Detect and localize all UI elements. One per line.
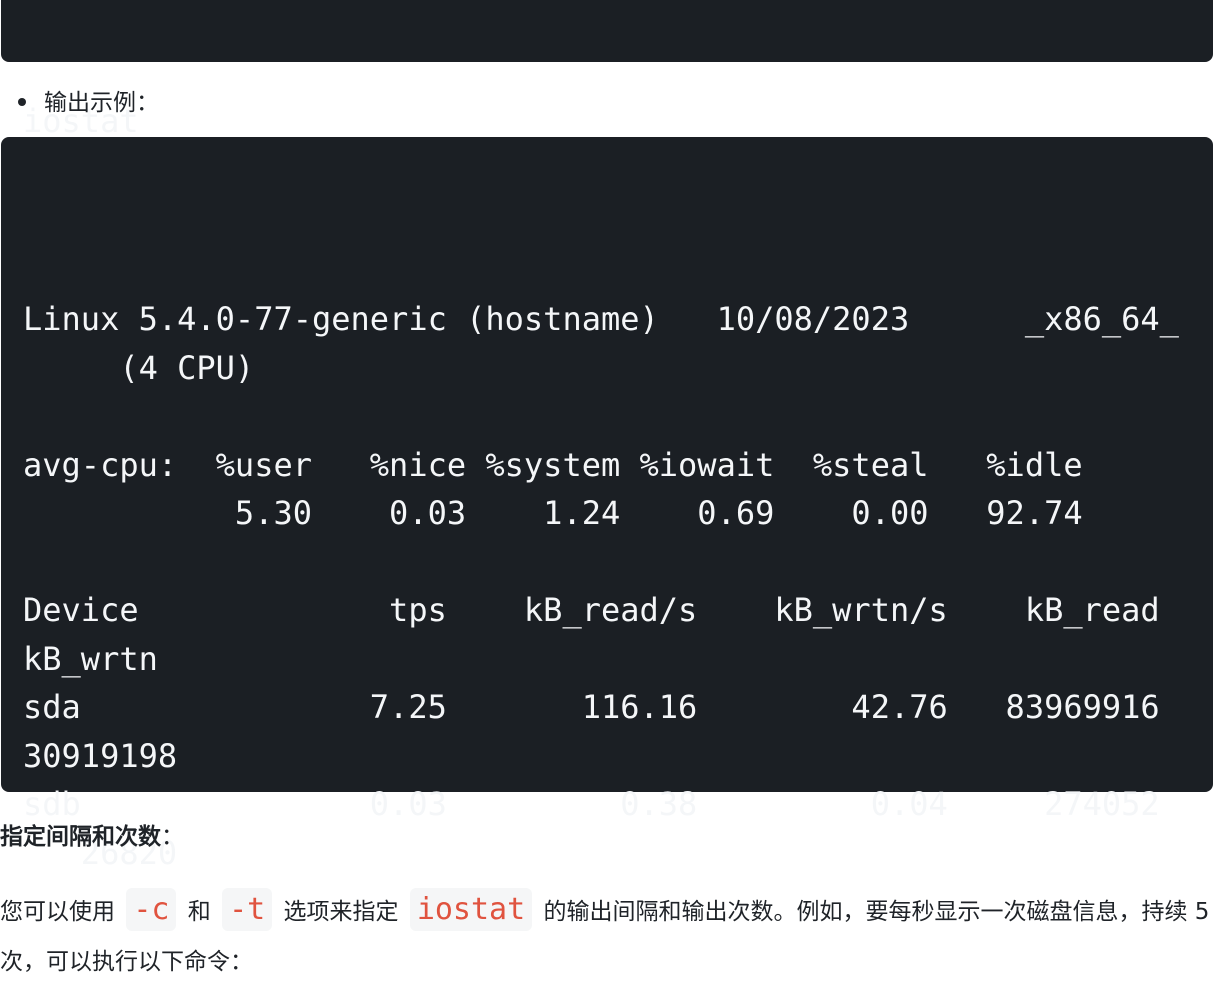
inline-code-iostat: iostat xyxy=(409,888,533,931)
paragraph-text-4: 的输出间隔和输出次数。例如，要每秒显示一次磁盘信息，持续 5 次，可以执行以下命… xyxy=(0,899,1210,975)
description-paragraph: 您可以使用 -c 和 -t 选项来指定 iostat 的输出间隔和输出次数。例如… xyxy=(0,885,1215,987)
section-heading-colon: ： xyxy=(161,824,184,850)
output-example-code-block: Linux 5.4.0-77-generic (hostname) 10/08/… xyxy=(1,137,1213,872)
example-bullet-item: 输出示例： xyxy=(18,84,159,122)
inline-code-t-option: -t xyxy=(222,888,273,931)
section-heading-text: 指定间隔和次数 xyxy=(0,824,161,850)
bullet-text: 输出示例： xyxy=(44,90,159,116)
paragraph-text-2: 和 xyxy=(187,899,211,925)
bullet-dot-icon xyxy=(18,97,26,106)
section-heading: 指定间隔和次数： xyxy=(0,818,184,856)
command-code-block: iostat xyxy=(1,0,1213,140)
paragraph-text-3: 选项来指定 xyxy=(283,899,399,925)
output-example-code-text: Linux 5.4.0-77-generic (hostname) 10/08/… xyxy=(23,300,1179,872)
paragraph-text-1: 您可以使用 xyxy=(0,899,115,925)
inline-code-c-option: -c xyxy=(126,888,177,931)
